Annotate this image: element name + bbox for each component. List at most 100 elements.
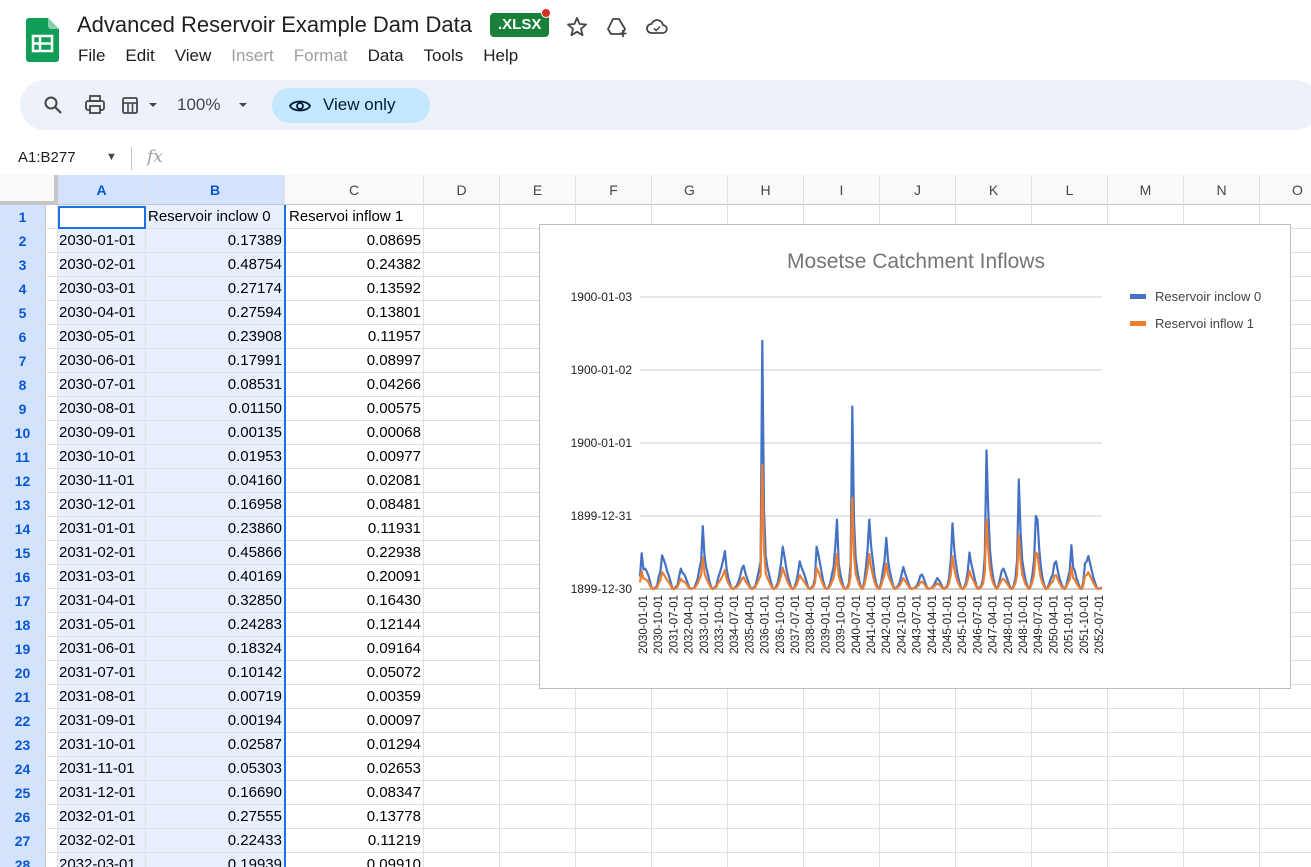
row-header[interactable]: 14	[0, 517, 46, 541]
cell-c27[interactable]: 0.11219	[285, 829, 424, 853]
chevron-down-icon[interactable]	[146, 93, 160, 117]
file-type-badge[interactable]: .XLSX	[490, 13, 550, 37]
row-header[interactable]: 3	[0, 253, 46, 277]
row-header[interactable]: 17	[0, 589, 46, 613]
cell-a6[interactable]: 2030-05-01	[58, 325, 146, 349]
row-header[interactable]: 19	[0, 637, 46, 661]
menu-file[interactable]: File	[68, 44, 115, 68]
document-title[interactable]: Advanced Reservoir Example Dam Data	[77, 12, 472, 38]
zoom-level[interactable]: 100%	[177, 95, 220, 115]
row-header[interactable]: 5	[0, 301, 46, 325]
cell-c6[interactable]: 0.11957	[285, 325, 424, 349]
cell-b28[interactable]: 0.19939	[146, 853, 285, 867]
column-header-a[interactable]: A	[58, 175, 146, 205]
row-header[interactable]: 24	[0, 757, 46, 781]
cell-c20[interactable]: 0.05072	[285, 661, 424, 685]
row-header[interactable]: 11	[0, 445, 46, 469]
cell-c14[interactable]: 0.11931	[285, 517, 424, 541]
zoom-dropdown-icon[interactable]	[236, 93, 250, 117]
name-box-dropdown-icon[interactable]: ▼	[106, 151, 117, 163]
cell-c9[interactable]: 0.00575	[285, 397, 424, 421]
cell-a19[interactable]: 2031-06-01	[58, 637, 146, 661]
column-header-g[interactable]: G	[652, 175, 728, 205]
menu-edit[interactable]: Edit	[115, 44, 164, 68]
name-box[interactable]: A1:B277	[18, 149, 76, 166]
row-header[interactable]: 23	[0, 733, 46, 757]
cell-b22[interactable]: 0.00194	[146, 709, 285, 733]
cell-a24[interactable]: 2031-11-01	[58, 757, 146, 781]
cell-b26[interactable]: 0.27555	[146, 805, 285, 829]
search-icon[interactable]	[41, 93, 65, 117]
cell-b10[interactable]: 0.00135	[146, 421, 285, 445]
cell-b7[interactable]: 0.17991	[146, 349, 285, 373]
cell-b12[interactable]: 0.04160	[146, 469, 285, 493]
column-header-i[interactable]: I	[804, 175, 880, 205]
menu-view[interactable]: View	[165, 44, 222, 68]
cell-c16[interactable]: 0.20091	[285, 565, 424, 589]
cell-a20[interactable]: 2031-07-01	[58, 661, 146, 685]
cell-c24[interactable]: 0.02653	[285, 757, 424, 781]
cell-c10[interactable]: 0.00068	[285, 421, 424, 445]
cell-a13[interactable]: 2030-12-01	[58, 493, 146, 517]
cell-b19[interactable]: 0.18324	[146, 637, 285, 661]
column-header-e[interactable]: E	[500, 175, 576, 205]
row-header[interactable]: 26	[0, 805, 46, 829]
column-header-b[interactable]: B	[146, 175, 285, 205]
cell-a14[interactable]: 2031-01-01	[58, 517, 146, 541]
cell-a3[interactable]: 2030-02-01	[58, 253, 146, 277]
cell-c3[interactable]: 0.24382	[285, 253, 424, 277]
cell-a18[interactable]: 2031-05-01	[58, 613, 146, 637]
row-header[interactable]: 21	[0, 685, 46, 709]
cell-c8[interactable]: 0.04266	[285, 373, 424, 397]
paint-format-icon[interactable]	[120, 93, 144, 117]
row-header[interactable]: 27	[0, 829, 46, 853]
cell-a15[interactable]: 2031-02-01	[58, 541, 146, 565]
cell-b9[interactable]: 0.01150	[146, 397, 285, 421]
column-header-f[interactable]: F	[576, 175, 652, 205]
cell-a16[interactable]: 2031-03-01	[58, 565, 146, 589]
menu-help[interactable]: Help	[473, 44, 528, 68]
cell-a25[interactable]: 2031-12-01	[58, 781, 146, 805]
row-header[interactable]: 13	[0, 493, 46, 517]
cell-c13[interactable]: 0.08481	[285, 493, 424, 517]
star-icon[interactable]	[565, 15, 589, 39]
cell-a17[interactable]: 2031-04-01	[58, 589, 146, 613]
cell-a23[interactable]: 2031-10-01	[58, 733, 146, 757]
cell-b14[interactable]: 0.23860	[146, 517, 285, 541]
cell-b27[interactable]: 0.22433	[146, 829, 285, 853]
column-header-c[interactable]: C	[285, 175, 424, 205]
row-header[interactable]: 6	[0, 325, 46, 349]
add-to-drive-icon[interactable]	[605, 15, 629, 39]
cell-b24[interactable]: 0.05303	[146, 757, 285, 781]
cell-a10[interactable]: 2030-09-01	[58, 421, 146, 445]
cell-c26[interactable]: 0.13778	[285, 805, 424, 829]
row-header[interactable]: 16	[0, 565, 46, 589]
cell-a21[interactable]: 2031-08-01	[58, 685, 146, 709]
cell-b5[interactable]: 0.27594	[146, 301, 285, 325]
row-header[interactable]: 8	[0, 373, 46, 397]
cell-b2[interactable]: 0.17389	[146, 229, 285, 253]
row-header[interactable]: 25	[0, 781, 46, 805]
cell-c11[interactable]: 0.00977	[285, 445, 424, 469]
column-header-o[interactable]: O	[1260, 175, 1311, 205]
cell-c2[interactable]: 0.08695	[285, 229, 424, 253]
cell-b18[interactable]: 0.24283	[146, 613, 285, 637]
cell-a4[interactable]: 2030-03-01	[58, 277, 146, 301]
cell-a26[interactable]: 2032-01-01	[58, 805, 146, 829]
row-header[interactable]: 4	[0, 277, 46, 301]
row-header[interactable]: 1	[0, 205, 46, 229]
cell-b25[interactable]: 0.16690	[146, 781, 285, 805]
sheets-logo-icon[interactable]	[26, 18, 59, 62]
row-header[interactable]: 22	[0, 709, 46, 733]
cell-c19[interactable]: 0.09164	[285, 637, 424, 661]
row-header[interactable]: 15	[0, 541, 46, 565]
row-header[interactable]: 28	[0, 853, 46, 867]
embedded-chart[interactable]: Mosetse Catchment Inflows 1899-12-30 1899…	[539, 224, 1291, 689]
cell-c4[interactable]: 0.13592	[285, 277, 424, 301]
cell-c12[interactable]: 0.02081	[285, 469, 424, 493]
column-header-j[interactable]: J	[880, 175, 956, 205]
row-header[interactable]: 7	[0, 349, 46, 373]
column-header-l[interactable]: L	[1032, 175, 1108, 205]
row-header[interactable]: 18	[0, 613, 46, 637]
cell-a5[interactable]: 2030-04-01	[58, 301, 146, 325]
